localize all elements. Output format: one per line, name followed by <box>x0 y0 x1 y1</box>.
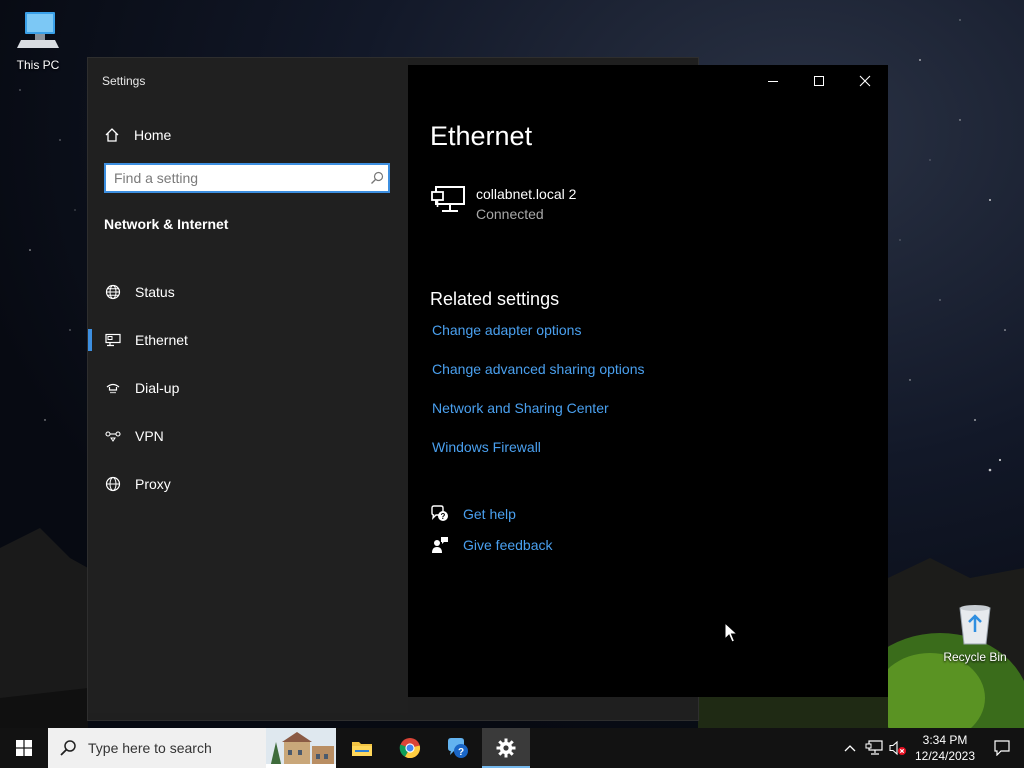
get-help-icon: ? <box>430 504 450 524</box>
volume-muted-icon <box>889 740 906 756</box>
home-nav-item[interactable]: Home <box>104 122 171 148</box>
desktop-icon-recycle-bin[interactable]: Recycle Bin <box>937 602 1013 664</box>
sidebar-item-label: Dial-up <box>135 380 180 396</box>
volume-tray-button[interactable] <box>886 728 910 768</box>
windows-logo-icon <box>16 740 32 756</box>
settings-search-input[interactable] <box>106 166 366 190</box>
settings-content: Ethernet collabnet.local 2 Connected Rel… <box>408 65 888 697</box>
dialup-icon <box>104 379 122 397</box>
chrome-icon <box>399 738 421 759</box>
window-title: Settings <box>102 74 146 88</box>
sidebar-item-label: Proxy <box>135 476 171 492</box>
sidebar-item-label: Status <box>135 284 175 300</box>
search-highlight-illustration <box>266 728 336 768</box>
network-tray-icon <box>865 740 883 755</box>
clock-time: 3:34 PM <box>922 733 968 747</box>
minimize-icon <box>768 81 778 82</box>
give-feedback-row[interactable]: Give feedback <box>430 535 553 555</box>
network-sharing-center-link[interactable]: Network and Sharing Center <box>432 400 609 416</box>
globe-icon <box>104 475 122 493</box>
windows-firewall-link[interactable]: Windows Firewall <box>432 439 541 455</box>
this-pc-icon <box>17 12 59 48</box>
taskbar-file-explorer[interactable] <box>338 728 386 768</box>
close-button[interactable] <box>842 65 888 97</box>
sidebar-item-vpn[interactable]: VPN <box>88 412 408 460</box>
taskbar-chrome[interactable] <box>386 728 434 768</box>
taskbar: Type here to search ? 3:34 PM 12/24/2023 <box>0 728 1024 768</box>
settings-gear-icon <box>496 738 516 758</box>
home-icon <box>104 127 122 143</box>
sidebar-item-ethernet[interactable]: Ethernet <box>88 316 408 364</box>
chevron-up-icon <box>844 745 856 752</box>
get-help-app-icon: ? <box>448 738 468 758</box>
get-help-link[interactable]: Get help <box>463 506 516 522</box>
sidebar-nav: Status Ethernet Dial-up VPN Proxy <box>88 268 408 508</box>
section-heading: Network & Internet <box>104 216 229 232</box>
recycle-bin-icon <box>959 605 991 645</box>
svg-text:?: ? <box>441 512 446 521</box>
maximize-button[interactable] <box>796 65 842 97</box>
ethernet-icon <box>104 331 122 349</box>
sidebar-item-label: Ethernet <box>135 332 188 348</box>
close-icon <box>859 75 871 87</box>
sidebar-item-status[interactable]: Status <box>88 268 408 316</box>
search-icon[interactable] <box>366 171 388 185</box>
network-status: Connected <box>476 206 544 222</box>
desktop-icon-label: This PC <box>16 58 60 72</box>
desktop-icon-this-pc[interactable]: This PC <box>0 10 76 72</box>
globe-status-icon <box>104 283 122 301</box>
notification-icon <box>994 740 1010 756</box>
feedback-icon <box>430 535 450 555</box>
mouse-cursor-icon <box>724 622 738 643</box>
settings-sidebar: Settings Home Network & Internet Status <box>88 58 408 713</box>
sidebar-item-label: VPN <box>135 428 164 444</box>
taskbar-get-help[interactable]: ? <box>434 728 482 768</box>
search-icon <box>48 739 88 757</box>
ethernet-monitor-icon <box>430 185 466 217</box>
show-hidden-icons-button[interactable] <box>838 728 862 768</box>
file-explorer-icon <box>352 742 372 756</box>
taskbar-search-box[interactable]: Type here to search <box>48 728 336 768</box>
sidebar-item-dialup[interactable]: Dial-up <box>88 364 408 412</box>
change-advanced-sharing-link[interactable]: Change advanced sharing options <box>432 361 645 377</box>
action-center-button[interactable] <box>980 728 1024 768</box>
give-feedback-link[interactable]: Give feedback <box>463 537 553 553</box>
network-name: collabnet.local 2 <box>476 186 577 202</box>
clock-date: 12/24/2023 <box>914 749 976 763</box>
system-tray: 3:34 PM 12/24/2023 <box>838 728 1024 768</box>
sidebar-item-proxy[interactable]: Proxy <box>88 460 408 508</box>
taskbar-clock[interactable]: 3:34 PM 12/24/2023 <box>910 732 980 764</box>
svg-text:?: ? <box>458 747 464 758</box>
start-button[interactable] <box>0 728 48 768</box>
taskbar-settings[interactable] <box>482 728 530 768</box>
network-tray-button[interactable] <box>862 728 886 768</box>
network-connection-entry[interactable]: collabnet.local 2 Connected <box>430 185 576 223</box>
page-title: Ethernet <box>430 121 533 151</box>
taskbar-search-placeholder: Type here to search <box>88 740 212 756</box>
maximize-icon <box>814 76 824 86</box>
related-settings-heading: Related settings <box>430 289 560 309</box>
get-help-row[interactable]: ? Get help <box>430 504 516 524</box>
change-adapter-options-link[interactable]: Change adapter options <box>432 322 581 338</box>
settings-search-box[interactable] <box>104 163 390 193</box>
settings-window: Settings Home Network & Internet Status <box>88 58 888 713</box>
home-label: Home <box>134 127 172 143</box>
minimize-button[interactable] <box>750 65 796 97</box>
vpn-icon <box>104 427 122 445</box>
desktop-icon-label: Recycle Bin <box>943 650 1007 664</box>
